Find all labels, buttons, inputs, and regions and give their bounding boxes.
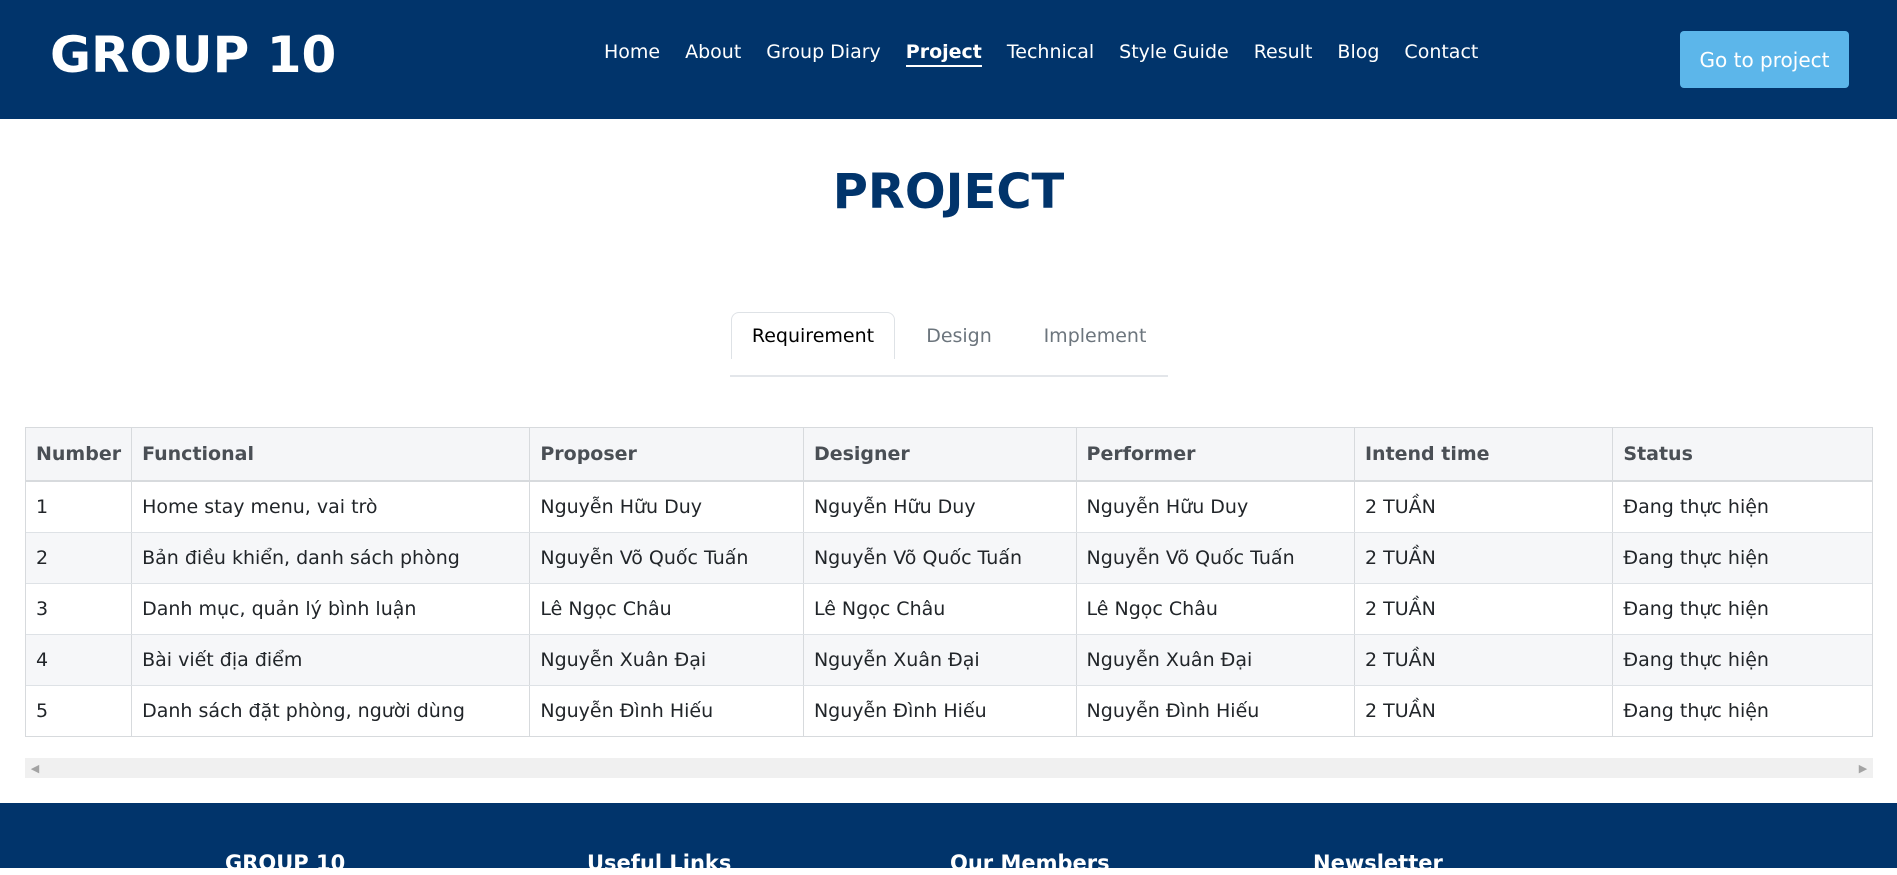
cell-status: Đang thực hiện <box>1612 532 1872 584</box>
footer-heading-newsletter: Newsletter <box>1313 851 1443 875</box>
cell-number: 2 <box>26 532 133 584</box>
column-header-designer: Designer <box>803 428 1077 482</box>
cell-performer: Nguyễn Đình Hiếu <box>1076 685 1355 736</box>
column-header-functional: Functional <box>131 428 531 482</box>
footer-heading-our-members: Our Members <box>950 851 1110 875</box>
table-row: 2 Bản điều khiển, danh sách phòng Nguyễn… <box>26 532 1872 584</box>
cell-intend-time: 2 TUẦN <box>1354 481 1614 533</box>
nav-link-project[interactable]: Project <box>905 39 982 67</box>
cell-functional: Home stay menu, vai trò <box>131 481 531 533</box>
cell-performer: Lê Ngọc Châu <box>1076 583 1355 635</box>
cell-number: 5 <box>26 685 133 736</box>
cell-proposer: Nguyễn Hữu Duy <box>529 481 804 533</box>
tab-implement[interactable]: Implement <box>1033 312 1157 359</box>
cell-number: 3 <box>26 583 133 635</box>
scroll-left-arrow-icon[interactable]: ◀ <box>25 758 45 778</box>
cell-functional: Danh sách đặt phòng, người dùng <box>131 685 531 736</box>
tab-design[interactable]: Design <box>912 312 1006 359</box>
tab-bar: Requirement Design Implement <box>730 312 1168 377</box>
column-header-status: Status <box>1612 428 1872 482</box>
requirements-table: Number Functional Proposer Designer Perf… <box>26 428 1872 736</box>
table-row: 1 Home stay menu, vai trò Nguyễn Hữu Duy… <box>26 481 1872 533</box>
cell-intend-time: 2 TUẦN <box>1354 532 1614 584</box>
cell-proposer: Nguyễn Đình Hiếu <box>529 685 804 736</box>
cell-status: Đang thực hiện <box>1612 481 1872 533</box>
cell-functional: Bản điều khiển, danh sách phòng <box>131 532 531 584</box>
cell-number: 1 <box>26 481 133 533</box>
column-header-intend-time: Intend time <box>1354 428 1614 482</box>
cell-intend-time: 2 TUẦN <box>1354 583 1614 635</box>
scroll-right-arrow-icon[interactable]: ▶ <box>1853 758 1873 778</box>
cell-proposer: Nguyễn Võ Quốc Tuấn <box>529 532 804 584</box>
table-header-row: Number Functional Proposer Designer Perf… <box>26 428 1872 482</box>
table-row: 3 Danh mục, quản lý bình luận Lê Ngọc Ch… <box>26 583 1872 635</box>
table-row: 5 Danh sách đặt phòng, người dùng Nguyễn… <box>26 685 1872 736</box>
go-to-project-button[interactable]: Go to project <box>1680 31 1849 88</box>
column-header-proposer: Proposer <box>529 428 804 482</box>
site-header: GROUP 10 Home About Group Diary Project … <box>0 0 1897 119</box>
site-footer: GROUP 10 Useful Links Our Members Newsle… <box>0 803 1897 875</box>
nav-link-technical[interactable]: Technical <box>1007 39 1094 67</box>
site-logo[interactable]: GROUP 10 <box>50 26 336 84</box>
nav-link-result[interactable]: Result <box>1254 39 1313 67</box>
cell-performer: Nguyễn Xuân Đại <box>1076 634 1355 686</box>
cell-intend-time: 2 TUẦN <box>1354 634 1614 686</box>
nav-link-home[interactable]: Home <box>604 39 660 67</box>
horizontal-scrollbar[interactable]: ◀ ▶ <box>25 758 1873 778</box>
cell-functional: Bài viết địa điểm <box>131 634 531 686</box>
cell-intend-time: 2 TUẦN <box>1354 685 1614 736</box>
cell-status: Đang thực hiện <box>1623 699 1769 722</box>
table-row: 4 Bài viết địa điểm Nguyễn Xuân Đại Nguy… <box>26 634 1872 686</box>
cell-designer: Nguyễn Võ Quốc Tuấn <box>803 532 1077 584</box>
cell-designer: Nguyễn Hữu Duy <box>803 481 1077 533</box>
cell-status: Đang thực hiện <box>1612 634 1872 686</box>
cell-designer: Nguyễn Xuân Đại <box>803 634 1077 686</box>
page-title: PROJECT <box>832 164 1065 220</box>
cell-performer: Nguyễn Hữu Duy <box>1076 481 1355 533</box>
cell-designer: Nguyễn Đình Hiếu <box>803 685 1077 736</box>
tab-requirement[interactable]: Requirement <box>731 312 895 359</box>
nav-link-group-diary[interactable]: Group Diary <box>766 39 881 67</box>
footer-heading-group: GROUP 10 <box>225 851 346 875</box>
nav-link-style-guide[interactable]: Style Guide <box>1119 39 1229 67</box>
cell-designer: Lê Ngọc Châu <box>803 583 1077 635</box>
main-nav: Home About Group Diary Project Technical… <box>604 38 1503 68</box>
cell-functional: Danh mục, quản lý bình luận <box>131 583 531 635</box>
nav-link-blog[interactable]: Blog <box>1337 39 1379 67</box>
cell-performer: Nguyễn Võ Quốc Tuấn <box>1076 532 1355 584</box>
cell-status: Đang thực hiện <box>1612 583 1872 635</box>
column-header-number: Number <box>26 428 133 482</box>
nav-link-about[interactable]: About <box>685 39 741 67</box>
footer-heading-useful-links: Useful Links <box>587 851 732 875</box>
cell-proposer: Nguyễn Xuân Đại <box>529 634 804 686</box>
cell-proposer: Lê Ngọc Châu <box>529 583 804 635</box>
cell-number: 4 <box>26 634 133 686</box>
requirements-table-container: Number Functional Proposer Designer Perf… <box>25 427 1873 737</box>
column-header-performer: Performer <box>1076 428 1355 482</box>
nav-link-contact[interactable]: Contact <box>1404 39 1478 67</box>
